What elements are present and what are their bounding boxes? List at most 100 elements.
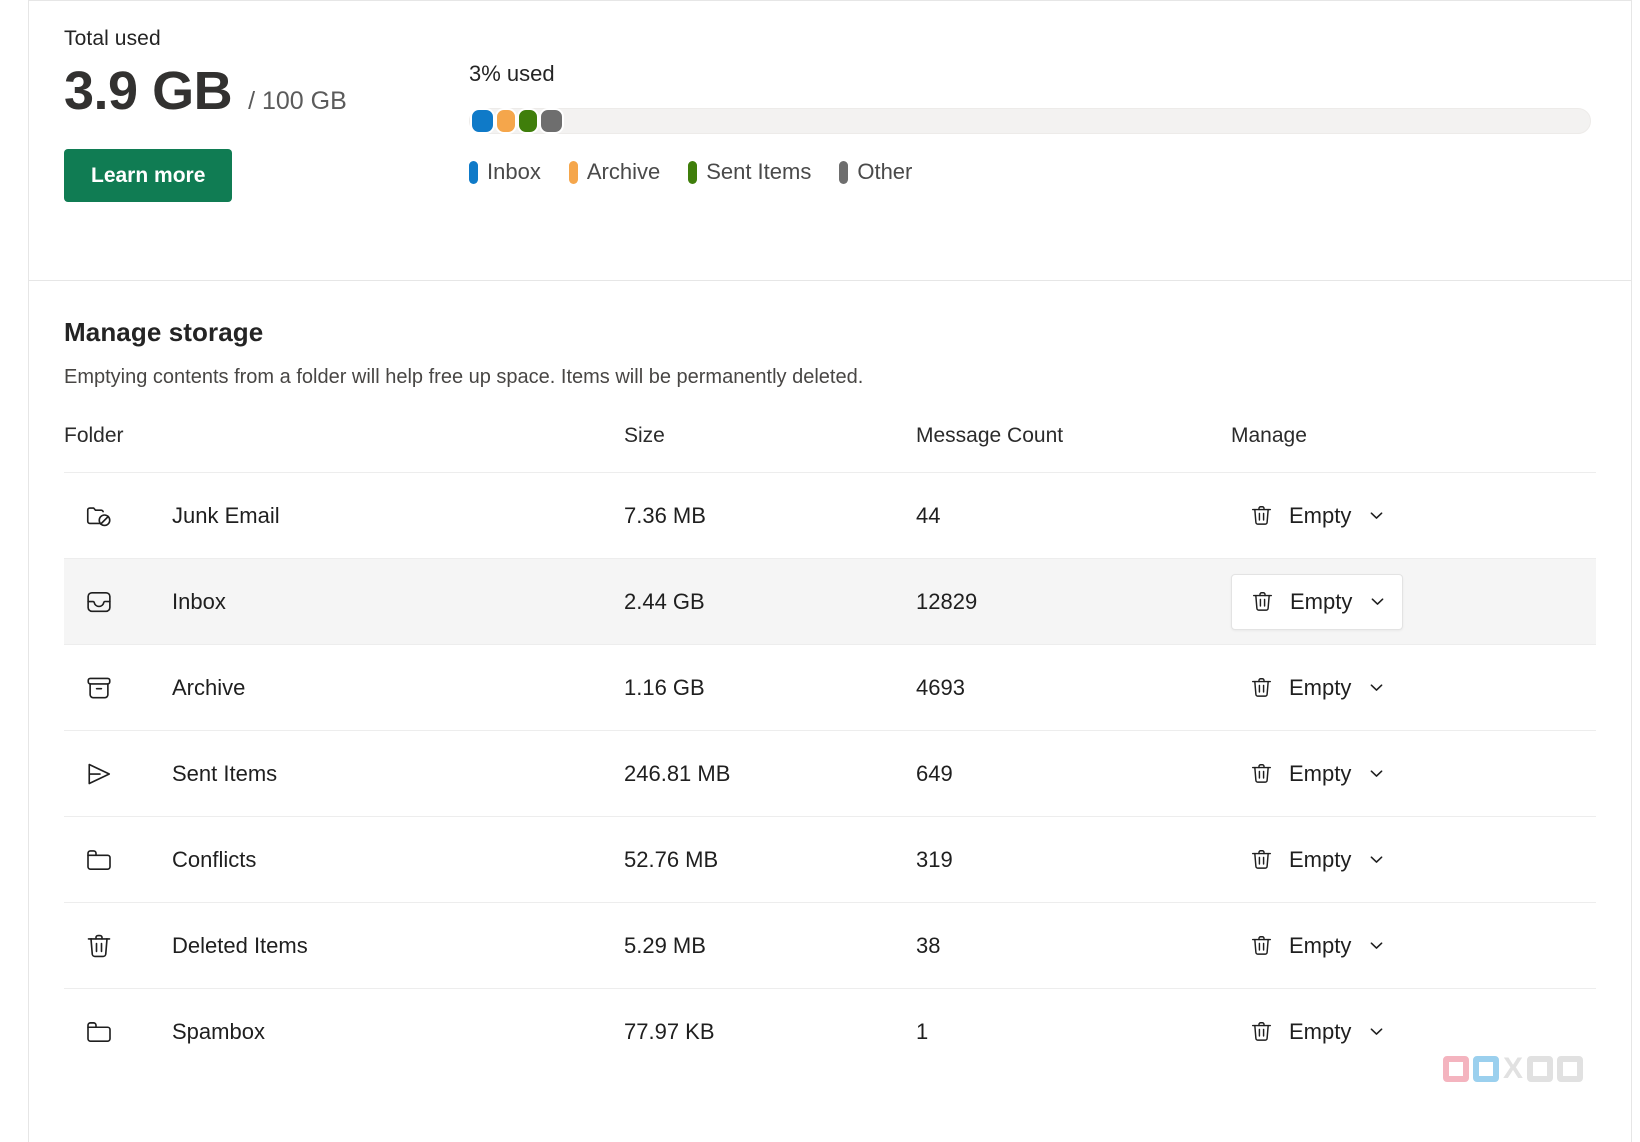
learn-more-button[interactable]: Learn more: [64, 149, 233, 202]
table-row[interactable]: Deleted Items 5.29 MB 38 Empty: [64, 902, 1596, 989]
legend-swatch-icon: [688, 160, 698, 184]
folder-name: Archive: [172, 674, 246, 700]
legend-label: Inbox: [487, 159, 541, 184]
cell-size: 246.81 MB: [624, 760, 731, 786]
folder-name: Spambox: [172, 1018, 265, 1044]
archive-icon: [82, 671, 116, 705]
table-row[interactable]: Conflicts 52.76 MB 319 Empty: [64, 816, 1596, 903]
folder-name: Junk Email: [172, 502, 280, 528]
inbox-icon: [82, 585, 116, 619]
trash-icon: [1247, 760, 1275, 788]
empty-folder-button[interactable]: Empty: [1231, 918, 1401, 974]
empty-button-label: Empty: [1289, 502, 1352, 528]
cell-message-count: 319: [916, 846, 953, 872]
empty-button-label: Empty: [1289, 760, 1352, 786]
cell-manage: Empty: [1231, 903, 1596, 989]
empty-button-label: Empty: [1289, 846, 1352, 872]
legend-swatch-icon: [839, 160, 849, 184]
total-used-value-row: 3.9 GB / 100 GB: [64, 64, 444, 118]
folder-cell-content: Junk Email: [64, 499, 624, 533]
chevron-down-icon[interactable]: [1367, 851, 1385, 869]
legend-label: Other: [857, 159, 913, 184]
empty-folder-button[interactable]: Empty: [1231, 660, 1401, 716]
table-row[interactable]: Inbox 2.44 GB 12829 Empty: [64, 558, 1596, 645]
total-used-label: Total used: [64, 27, 161, 50]
cell-manage: Empty: [1231, 473, 1596, 559]
cell-size: 52.76 MB: [624, 846, 719, 872]
usage-legend: Inbox Archive Sent Items Other: [469, 159, 1591, 185]
empty-button-label: Empty: [1289, 1018, 1352, 1044]
usage-bar-segment-archive: [494, 108, 518, 134]
empty-button-label: Empty: [1289, 674, 1352, 700]
send-icon: [82, 757, 116, 791]
column-header-manage: Manage: [1231, 424, 1307, 447]
cell-size: 5.29 MB: [624, 932, 706, 958]
cell-size: 77.97 KB: [624, 1018, 715, 1044]
folder-blocked-icon: [82, 499, 116, 533]
folder-name: Deleted Items: [172, 932, 308, 958]
cell-message-count: 649: [916, 760, 953, 786]
table-row[interactable]: Archive 1.16 GB 4693 Empty: [64, 644, 1596, 731]
cell-message-count: 12829: [916, 588, 978, 614]
empty-button-label: Empty: [1290, 588, 1353, 614]
column-header-folder: Folder: [64, 424, 124, 447]
trash-icon: [1247, 674, 1275, 702]
cell-folder: Inbox: [64, 559, 624, 645]
trash-icon: [1248, 588, 1276, 616]
empty-folder-button[interactable]: Empty: [1231, 832, 1401, 888]
legend-item-other: Other: [839, 159, 912, 185]
legend-label: Sent Items: [706, 159, 812, 184]
usage-bar-segment-inbox: [470, 108, 495, 134]
usage-bar-segment-sent-items: [517, 108, 540, 134]
empty-folder-button[interactable]: Empty: [1231, 488, 1401, 544]
chevron-down-icon[interactable]: [1367, 679, 1385, 697]
cell-manage: Empty: [1231, 645, 1596, 731]
column-header-size: Size: [624, 424, 665, 447]
chevron-down-icon[interactable]: [1368, 593, 1386, 611]
cell-message-count: 4693: [916, 674, 965, 700]
total-used-block: Total used 3.9 GB / 100 GB Learn more: [64, 27, 444, 202]
chevron-down-icon[interactable]: [1367, 507, 1385, 525]
trash-icon: [1247, 846, 1275, 874]
chevron-down-icon[interactable]: [1367, 1023, 1385, 1041]
chevron-down-icon[interactable]: [1367, 937, 1385, 955]
table-row[interactable]: Spambox 77.97 KB 1 Empty: [64, 988, 1596, 1075]
folder-name: Inbox: [172, 588, 226, 614]
empty-folder-button[interactable]: Empty: [1231, 573, 1404, 630]
cell-folder: Conflicts: [64, 817, 624, 903]
cell-folder: Junk Email: [64, 473, 624, 559]
empty-folder-button[interactable]: Empty: [1231, 746, 1401, 802]
folder-cell-content: Conflicts: [64, 843, 624, 877]
empty-folder-button[interactable]: Empty: [1231, 1004, 1401, 1060]
trash-icon: [82, 929, 116, 963]
chevron-down-icon[interactable]: [1367, 765, 1385, 783]
cell-message-count: 44: [916, 502, 941, 528]
empty-button-label: Empty: [1289, 932, 1352, 958]
legend-swatch-icon: [568, 160, 578, 184]
cell-size: 1.16 GB: [624, 674, 705, 700]
usage-bar-segment-other: [539, 108, 565, 134]
cell-manage: Empty: [1231, 817, 1596, 903]
legend-item-sent-items: Sent Items: [688, 159, 811, 185]
cell-folder: Spambox: [64, 989, 624, 1075]
folder-cell-content: Spambox: [64, 1015, 624, 1049]
storage-settings-page: Total used 3.9 GB / 100 GB Learn more 3%…: [0, 0, 1640, 1142]
table-row[interactable]: Sent Items 246.81 MB 649 Empty: [64, 730, 1596, 817]
legend-item-inbox: Inbox: [469, 159, 541, 185]
cell-size: 7.36 MB: [624, 502, 706, 528]
table-row[interactable]: Junk Email 7.36 MB 44 Empty: [64, 472, 1596, 559]
legend-item-archive: Archive: [568, 159, 660, 185]
percent-used-label: 3% used: [469, 61, 555, 86]
table-header: Folder Size Message Count Manage: [64, 424, 1596, 473]
storage-usage-bar: [469, 108, 1591, 134]
total-quota-value: / 100 GB: [248, 87, 347, 115]
cell-message-count: 1: [916, 1018, 929, 1044]
cell-folder: Archive: [64, 645, 624, 731]
manage-storage-subtitle: Emptying contents from a folder will hel…: [64, 366, 864, 388]
trash-icon: [1247, 502, 1275, 530]
usage-breakdown-block: 3% used Inbox Archive Sent Items Other: [441, 61, 1591, 185]
cell-manage: Empty: [1231, 731, 1596, 817]
trash-icon: [1247, 932, 1275, 960]
cell-manage: Empty: [1231, 989, 1596, 1075]
folder-cell-content: Archive: [64, 671, 624, 705]
